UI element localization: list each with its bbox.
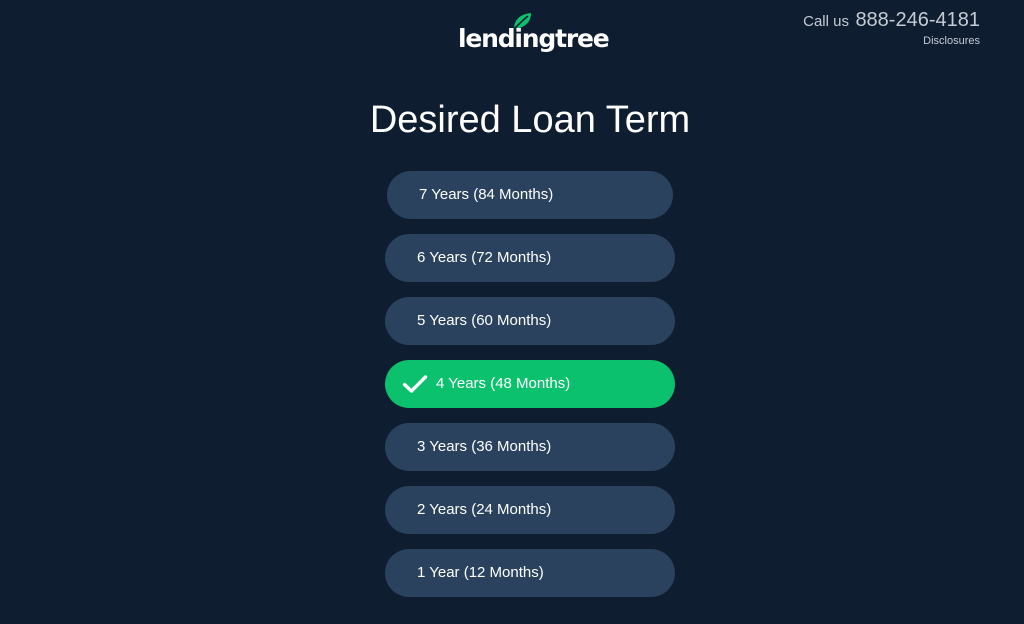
loan-term-option-4-years[interactable]: 4 Years (48 Months)	[385, 360, 675, 408]
phone-number-link[interactable]: 888-246-4181	[855, 9, 980, 31]
loan-term-options: 7 Years (84 Months) 6 Years (72 Months) …	[385, 171, 675, 612]
lendingtree-logo[interactable]: lendingtree	[458, 12, 610, 58]
loan-term-option-6-years[interactable]: 6 Years (72 Months)	[385, 234, 675, 282]
option-label: 7 Years (84 Months)	[419, 186, 554, 203]
loan-term-option-3-years[interactable]: 3 Years (36 Months)	[385, 423, 675, 471]
check-icon	[402, 375, 428, 393]
option-label: 5 Years (60 Months)	[417, 312, 552, 329]
logo-wordmark: lendingtree	[458, 24, 610, 53]
option-label: 2 Years (24 Months)	[417, 501, 552, 518]
loan-term-option-5-years[interactable]: 5 Years (60 Months)	[385, 297, 675, 345]
option-label: 6 Years (72 Months)	[417, 249, 552, 266]
loan-term-option-1-year[interactable]: 1 Year (12 Months)	[385, 549, 675, 597]
page-title: Desired Loan Term	[369, 99, 691, 141]
option-label: 4 Years (48 Months)	[436, 375, 571, 392]
option-label: 3 Years (36 Months)	[417, 438, 552, 455]
loan-term-option-7-years[interactable]: 7 Years (84 Months)	[387, 171, 673, 219]
option-label: 1 Year (12 Months)	[417, 564, 544, 581]
disclosures-link[interactable]: Disclosures	[923, 36, 980, 47]
call-us: Call us 888-246-4181	[803, 10, 980, 30]
loan-term-option-2-years[interactable]: 2 Years (24 Months)	[385, 486, 675, 534]
call-us-label: Call us	[803, 13, 849, 30]
